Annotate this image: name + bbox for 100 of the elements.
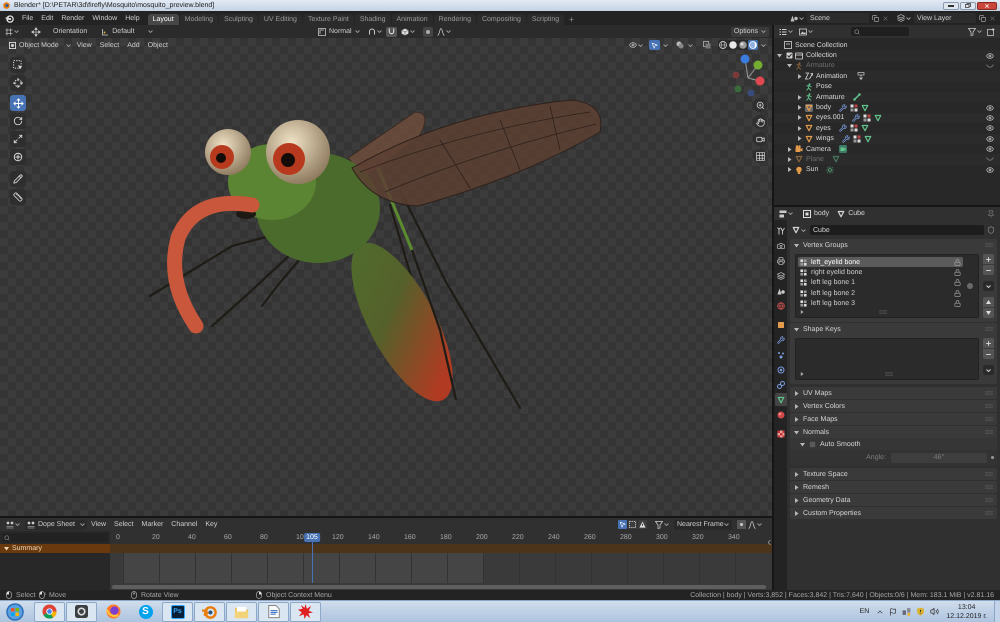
expand-arrow-icon[interactable] [800,310,804,314]
horizontal-scrollbar[interactable] [112,584,766,588]
search-field[interactable] [2,533,108,542]
view-layer-browse-button[interactable] [897,14,911,22]
close-icon[interactable] [882,14,889,22]
expand-arrow-icon[interactable] [794,326,799,332]
expand-arrow-icon[interactable] [800,372,804,376]
falloff-dropdown[interactable] [436,28,451,36]
lock-icon[interactable] [954,300,961,307]
expand-arrow-icon[interactable] [796,126,802,131]
scene-browse-button[interactable] [790,14,804,22]
remove-button[interactable] [983,349,994,360]
tool-button[interactable] [10,171,26,187]
copy-icon[interactable] [872,14,879,22]
move-down-button[interactable] [983,308,994,318]
specials-menu-button[interactable] [983,365,994,376]
expand-arrow-icon[interactable] [794,472,799,477]
tool-dropdown[interactable] [5,28,19,36]
proportional-edit-toggle[interactable] [737,520,746,529]
overlays-toggle[interactable] [674,40,685,50]
taskbar-app-button[interactable] [66,602,97,622]
flag-icon[interactable] [889,608,898,616]
specials-menu-button[interactable] [983,281,994,291]
eye-icon[interactable] [986,134,994,143]
checkbox[interactable] [809,440,816,448]
closed-eye-icon[interactable] [986,64,994,68]
eye-icon[interactable] [986,166,994,174]
filter-dropdown[interactable] [655,520,669,528]
expand-arrow-icon[interactable] [796,94,802,100]
filter-dropdown[interactable] [968,28,982,36]
close-icon[interactable] [989,14,996,22]
shading-mode-button[interactable] [738,40,748,50]
falloff-dropdown[interactable] [748,520,762,528]
expand-arrow-icon[interactable] [800,442,805,447]
expand-arrow-icon[interactable] [794,390,799,396]
proportional-edit-toggle[interactable] [422,26,433,36]
minimize-button[interactable] [943,2,959,10]
eye-icon[interactable] [986,124,994,132]
gizmo-toggle[interactable] [649,40,660,50]
expand-arrow-icon[interactable] [776,53,782,58]
properties-tab[interactable] [774,393,786,406]
tool-button[interactable] [10,95,26,111]
expand-arrow-icon[interactable] [794,416,799,422]
lock-icon[interactable] [954,290,961,297]
lock-icon[interactable] [954,279,961,286]
filter-toggle[interactable] [638,520,647,529]
network-icon[interactable] [902,607,912,616]
pin-icon[interactable] [987,210,995,218]
add-button[interactable] [983,254,994,264]
shield-warning-icon[interactable] [916,607,926,616]
expand-arrow-icon[interactable] [794,404,799,409]
expand-arrow-icon[interactable] [794,430,799,435]
expand-arrow-icon[interactable] [794,242,799,248]
snap-target-dropdown[interactable] [400,28,415,36]
lock-icon[interactable] [954,258,961,266]
tool-button[interactable] [10,75,26,91]
lock-icon[interactable] [954,268,961,276]
copy-icon[interactable] [979,14,986,22]
add-button[interactable] [983,338,994,348]
shield-icon[interactable] [987,226,995,234]
shading-mode-button[interactable] [728,40,738,50]
xray-toggle[interactable] [701,40,712,50]
expand-arrow-icon[interactable] [4,546,9,551]
tool-button[interactable] [10,57,26,73]
shading-mode-button[interactable] [718,40,728,50]
expand-arrow-icon[interactable] [794,484,799,490]
eye-icon[interactable] [986,52,994,60]
mesh-browse-button[interactable] [792,226,808,234]
filter-options-dropdown[interactable] [799,28,813,36]
camera-view-button[interactable] [753,132,767,146]
checkbox[interactable] [786,52,792,60]
expand-arrow-icon[interactable] [794,510,799,516]
properties-tab[interactable] [774,378,786,391]
filter-toggle[interactable] [628,520,637,529]
taskbar-app-button[interactable] [258,602,289,622]
display-mode-dropdown[interactable] [779,28,793,36]
close-button[interactable] [977,2,997,10]
expand-arrow-icon[interactable] [786,63,792,68]
expand-arrow-icon[interactable] [794,498,799,503]
perspective-toggle[interactable] [753,149,767,163]
speaker-icon[interactable] [930,607,940,616]
expand-arrow-icon[interactable] [796,105,802,110]
taskbar-app-button[interactable] [290,602,321,622]
eye-icon[interactable] [986,145,994,154]
move-up-button[interactable] [983,297,994,307]
eye-icon[interactable] [986,114,994,122]
snap-toggle[interactable] [386,26,397,36]
remove-button[interactable] [983,265,994,275]
pan-button[interactable] [753,115,767,129]
expand-arrow-icon[interactable] [786,167,792,172]
expand-arrow-icon[interactable] [796,136,802,142]
new-collection-button[interactable] [987,28,995,36]
snap-dropdown[interactable] [368,28,382,36]
search-field[interactable] [851,27,909,36]
zoom-button[interactable] [753,98,767,112]
tool-button[interactable] [10,131,26,147]
tool-button[interactable] [10,189,26,205]
tool-button[interactable] [10,113,26,129]
expand-arrow-icon[interactable] [796,74,802,79]
editor-type-button[interactable] [6,520,20,528]
